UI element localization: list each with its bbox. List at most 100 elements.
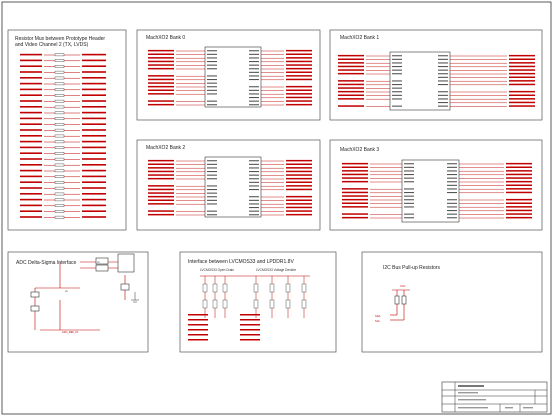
bank0-panel: MachXO2 Bank 0 (136, 29, 321, 121)
net-label (148, 210, 174, 212)
mux-net-label-right (82, 158, 106, 160)
mux-net-label-right (82, 210, 106, 212)
pin-name (404, 217, 414, 219)
mux-net-label-left (20, 181, 42, 183)
iface-net-label (240, 324, 260, 326)
net-label (286, 163, 312, 165)
pin-name (207, 89, 217, 91)
pin-name (447, 217, 457, 219)
net-label (506, 198, 532, 201)
iface-net-label (240, 329, 260, 331)
net-label (286, 103, 312, 106)
iface-resistor (285, 299, 291, 309)
pin-name (207, 160, 217, 162)
mux-net-label-left (20, 210, 42, 212)
pin-name (392, 84, 402, 86)
interface-panel: Interface between LVCMOS33 and LPDDR1.8V… (179, 251, 337, 353)
net-label (148, 75, 174, 77)
pin-name (207, 189, 217, 191)
iface-resistor (269, 299, 275, 309)
pin-name (447, 188, 457, 190)
mux-net-label-right (82, 164, 106, 166)
bank2-title: MachXO2 Bank 2 (146, 145, 185, 151)
pin-name (249, 89, 259, 91)
net-label (286, 167, 312, 169)
net-label (506, 213, 532, 215)
mux-resistor (54, 70, 65, 74)
net-label (509, 54, 535, 57)
mux-resistor (54, 99, 65, 103)
net-label (286, 93, 312, 95)
net-label (342, 173, 368, 176)
net-label (148, 89, 174, 91)
mux-net-label-left (20, 111, 42, 114)
net-label (148, 213, 174, 216)
net-label (338, 83, 364, 86)
interface-subtitle-voltage-divider: LVCMOS33 Voltage Devider (256, 268, 297, 272)
net-label (338, 54, 364, 57)
net-label (509, 101, 535, 104)
net-label (286, 199, 312, 201)
pin-name (438, 55, 448, 57)
pin-name (447, 174, 457, 176)
net-label (509, 98, 535, 100)
net-label (509, 80, 535, 82)
pin-name (249, 167, 259, 169)
net-label (506, 206, 532, 208)
iface-resistor (212, 283, 218, 293)
mux-resistor (54, 123, 65, 126)
pin-name (207, 68, 217, 70)
mux-resistor (54, 76, 65, 80)
mux-net-label-right (82, 77, 106, 79)
pin-name (207, 214, 217, 216)
mux-net-label-left (20, 123, 42, 125)
pin-name (249, 174, 259, 176)
iface-net-label (240, 339, 260, 341)
net-label (148, 159, 174, 162)
pin-name (392, 73, 402, 75)
iface-net-label (240, 319, 260, 321)
net-label (148, 103, 174, 106)
interface-subtitle-open-drain: LVCMOS33 Open Drain (200, 268, 234, 272)
mux-resistor (54, 117, 65, 120)
pin-name (207, 171, 217, 173)
mux-resistor (54, 163, 65, 167)
iface-resistor (285, 283, 291, 293)
net-label (506, 170, 532, 172)
pin-name (207, 75, 217, 77)
net-label (148, 67, 174, 70)
net-label (286, 195, 312, 198)
net-label (148, 85, 174, 88)
pin-name (447, 170, 457, 172)
net-label (148, 195, 174, 198)
resistor-mux-rows (20, 53, 106, 219)
mux-net-label-left (20, 158, 42, 160)
bank3-title: MachXO2 Bank 3 (340, 147, 379, 153)
net-label (338, 80, 364, 82)
resistor-mux-title-line2: and Video Channel 2 (TX, LVDS) (15, 42, 89, 48)
mux-resistor (54, 88, 65, 91)
mux-net-label-right (82, 140, 106, 143)
pin-name (447, 184, 457, 186)
svg-text:SDA: SDA (375, 314, 381, 318)
net-label (148, 177, 174, 180)
pin-name (249, 196, 259, 198)
pin-name (207, 79, 217, 81)
pin-name (249, 79, 259, 81)
bank0-title: MachXO2 Bank 0 (146, 35, 185, 41)
net-label (148, 53, 174, 55)
bank2-panel: MachXO2 Bank 2 (136, 139, 321, 231)
bank3-panel: MachXO2 Bank 3 (329, 139, 543, 231)
pin-name (249, 203, 259, 205)
net-label (148, 93, 174, 95)
pin-name (392, 66, 402, 68)
mux-net-label-right (82, 204, 106, 207)
mux-resistor (54, 215, 65, 219)
net-label (509, 72, 535, 75)
pin-name (207, 192, 217, 194)
mux-net-label-left (20, 106, 42, 108)
pin-name (207, 53, 217, 55)
mux-net-label-right (82, 146, 106, 149)
net-label (342, 213, 368, 215)
net-label (148, 170, 174, 173)
